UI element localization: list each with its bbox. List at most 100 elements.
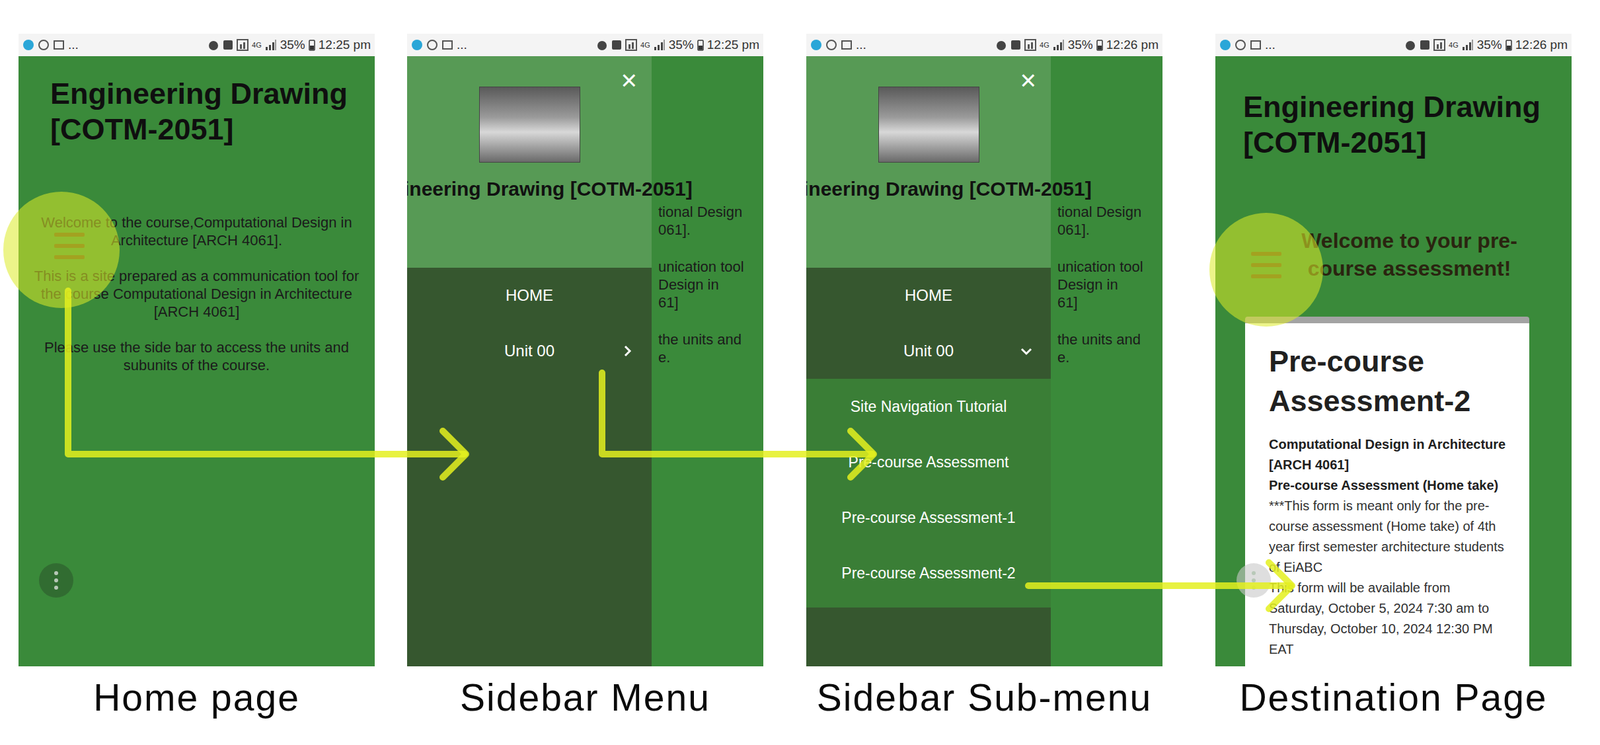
status-right: 4G35%12:25 pm xyxy=(596,37,760,53)
partial-text: 61] xyxy=(1057,293,1163,312)
paragraph: This is a site prepared as a communicati… xyxy=(33,266,361,321)
clock: 12:25 pm xyxy=(318,37,371,53)
partial-text: tional Design xyxy=(658,202,764,221)
sub-menu-item[interactable]: Pre-course Assessment xyxy=(806,434,1051,490)
sidebar-item-label[interactable]: HOME xyxy=(505,286,554,305)
partial-text: e. xyxy=(1057,348,1163,367)
status-bar: ... 4G 35% 12:26 pm xyxy=(1215,33,1572,57)
sidebar-header: Engineering Drawing [COTM-2051]× xyxy=(407,56,652,268)
signal-icon xyxy=(1461,38,1474,51)
partial-text: Design in xyxy=(1057,275,1163,294)
sim-icon xyxy=(611,38,622,51)
more-options-icon[interactable] xyxy=(38,563,74,598)
status-more: ... xyxy=(456,37,468,53)
partial-text: the units and xyxy=(1057,330,1163,349)
sidebar-menu: HOME Unit 00 xyxy=(407,267,652,667)
app-icon xyxy=(810,38,823,51)
partial-text: tional Design xyxy=(1057,202,1163,221)
site-photo xyxy=(479,86,581,163)
image-icon xyxy=(840,38,853,51)
status-right: 4G35%12:26 pm xyxy=(995,37,1159,53)
partial-text: Design in xyxy=(658,275,764,294)
status-bar: ... 4G35%12:26 pm xyxy=(806,33,1163,57)
menu-icon[interactable] xyxy=(54,232,85,260)
alarm-icon xyxy=(596,38,609,51)
caption: Sidebar Sub-menu xyxy=(806,674,1163,721)
sub-menu: Site Navigation TutorialPre-course Asses… xyxy=(806,378,1051,608)
status-left: ... xyxy=(810,37,867,53)
caption: Destination Page xyxy=(1215,674,1572,721)
image-icon xyxy=(52,38,65,51)
app-icon xyxy=(1219,38,1232,51)
chevron-right-icon[interactable] xyxy=(619,343,635,359)
status-right: 4G 35% 12:26 pm xyxy=(1404,37,1568,53)
sync-icon xyxy=(1234,38,1247,51)
home-content: Engineering Drawing [COTM-2051]Welcome t… xyxy=(18,56,375,375)
signal-icon xyxy=(265,38,277,51)
sub-menu-item[interactable]: Pre-course Assessment-2 xyxy=(806,545,1051,601)
signal-icon xyxy=(653,38,666,51)
phone-screen: tional Design061]. unication toolDesign i… xyxy=(806,56,1163,667)
sub-menu-item[interactable]: Site Navigation Tutorial xyxy=(806,378,1051,435)
alarm-icon xyxy=(995,38,1008,51)
menu-icon[interactable] xyxy=(1251,251,1282,279)
status-left: ... xyxy=(1219,37,1276,53)
status-more: ... xyxy=(1264,37,1276,53)
network-type: 4G xyxy=(1448,41,1459,49)
battery-level: 35% xyxy=(1477,37,1503,53)
sidebar-title: Engineering Drawing [COTM-2051] xyxy=(407,177,693,201)
card-subtitle: Computational Design in Architecture [AR… xyxy=(1268,434,1507,476)
status-bar: ...4G35%12:25 pm xyxy=(407,33,764,57)
sidebar: Engineering Drawing [COTM-2051]× HOME Unit… xyxy=(407,56,652,667)
partial-text: unication tool xyxy=(1057,257,1163,276)
phone-screenshot: ...4G35%12:25 pmtional Design061].unicat… xyxy=(407,33,764,721)
battery-icon xyxy=(1505,38,1513,51)
more-options-icon[interactable] xyxy=(1236,563,1271,598)
sim-icon xyxy=(222,38,234,51)
sidebar: Engineering Drawing [COTM-2051]×HOMEUnit… xyxy=(806,56,1051,667)
battery-level: 35% xyxy=(668,37,694,53)
alarm-icon xyxy=(207,38,220,51)
sub-menu-item[interactable]: Pre-course Assessment-1 xyxy=(806,489,1051,546)
data-icon xyxy=(625,38,638,51)
status-left: ... xyxy=(22,37,79,53)
welcome-heading: Welcome to your pre-course assessment! xyxy=(1276,226,1543,283)
close-button[interactable]: × xyxy=(620,66,638,95)
partial-text: 061]. xyxy=(1057,220,1163,239)
phone-screen: tional Design061].unication toolDesign i… xyxy=(407,56,764,667)
sidebar-item[interactable]: HOME xyxy=(806,267,1051,324)
phone-screenshot: ... 4G 35% 12:25 pm Engineering Drawing [COT… xyxy=(18,33,375,721)
battery-level: 35% xyxy=(280,37,306,53)
clock: 12:25 pm xyxy=(707,37,760,53)
network-type: 4G xyxy=(251,41,262,49)
sidebar-item[interactable]: Unit 00 xyxy=(806,323,1051,379)
sidebar-item[interactable]: Unit 00 xyxy=(407,323,652,379)
sidebar-item-label[interactable]: HOME xyxy=(904,286,953,305)
card-subtitle: Pre-course Assessment (Home take) xyxy=(1268,475,1507,496)
status-bar: ... 4G 35% 12:25 pm xyxy=(18,33,375,57)
partial-text: 061]. xyxy=(658,220,764,239)
network-type: 4G xyxy=(1039,41,1050,49)
clock: 12:26 pm xyxy=(1515,37,1568,53)
sync-icon xyxy=(37,38,50,51)
sync-icon xyxy=(825,38,838,51)
status-left: ... xyxy=(411,37,468,53)
app-icon xyxy=(22,38,35,51)
sidebar-item-label[interactable]: Unit 00 xyxy=(504,341,555,361)
sidebar-item-label[interactable]: Unit 00 xyxy=(903,341,954,361)
status-right: 4G 35% 12:25 pm xyxy=(207,37,371,53)
partial-text: the units and xyxy=(658,330,764,349)
phone-screen: Engineering Drawing [COTM-2051] Welcome t… xyxy=(1215,56,1572,667)
app-icon xyxy=(411,38,423,51)
site-title: Engineering Drawing [COTM-2051] xyxy=(1243,89,1556,161)
assessment-card: Pre-course Assessment-2Computational Des… xyxy=(1245,316,1530,667)
sidebar-menu: HOMEUnit 00Site Navigation TutorialPre-c… xyxy=(806,267,1051,667)
data-icon xyxy=(1024,38,1037,51)
battery-icon xyxy=(697,38,704,51)
sync-icon xyxy=(426,38,439,51)
chevron-down-icon[interactable] xyxy=(1019,343,1034,359)
welcome-text: Welcome to the course,Computational Desi… xyxy=(33,213,361,375)
caption: Home page xyxy=(18,674,375,721)
close-button[interactable]: × xyxy=(1019,66,1037,95)
sidebar-item[interactable]: HOME xyxy=(407,267,652,324)
